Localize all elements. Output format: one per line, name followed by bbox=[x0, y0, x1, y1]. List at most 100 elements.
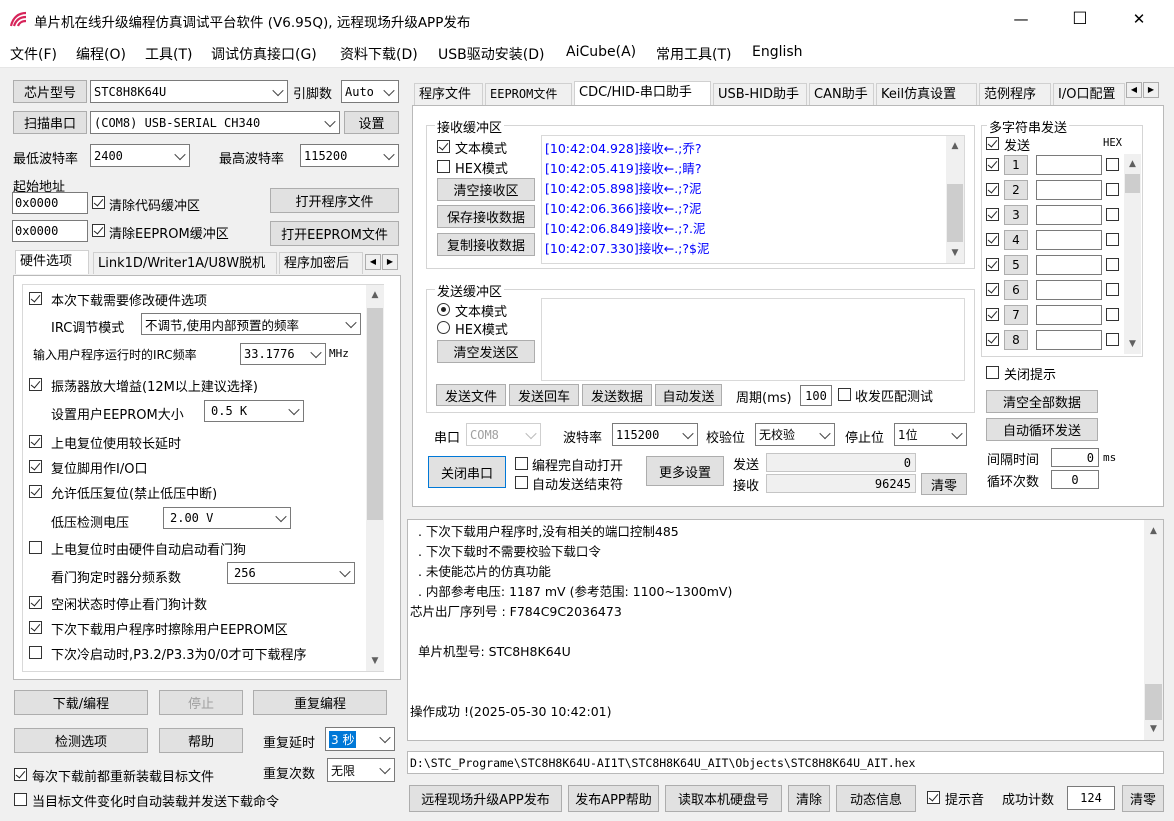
multi-row-send-button[interactable]: 3 bbox=[1004, 205, 1028, 225]
port-select[interactable]: (COM8) USB-SERIAL CH340 bbox=[90, 111, 340, 134]
auto-load-on-change-checkbox[interactable] bbox=[14, 793, 27, 806]
log-scrollbar[interactable]: ▲ ▼ bbox=[1144, 520, 1163, 740]
multi-row-input[interactable] bbox=[1036, 305, 1102, 325]
auto-open-checkbox[interactable] bbox=[515, 457, 528, 470]
close-port-button[interactable]: 关闭串口 bbox=[428, 456, 506, 488]
multi-row-hex-checkbox[interactable] bbox=[1106, 308, 1119, 321]
menu-english[interactable]: English bbox=[752, 44, 803, 60]
irc-frequency-select[interactable]: 33.1776 bbox=[240, 343, 326, 365]
clear-send-button[interactable]: 清空发送区 bbox=[437, 340, 535, 363]
multi-row-input[interactable] bbox=[1036, 280, 1102, 300]
tab-usb-hid[interactable]: USB-HID助手 bbox=[713, 83, 807, 105]
interval-input[interactable]: 0 bbox=[1051, 448, 1099, 467]
multi-row-input[interactable] bbox=[1036, 205, 1102, 225]
tab-examples[interactable]: 范例程序 bbox=[979, 83, 1051, 105]
multi-row-hex-checkbox[interactable] bbox=[1106, 208, 1119, 221]
min-baud-select[interactable]: 2400 bbox=[90, 144, 190, 167]
tab-serial-assistant[interactable]: CDC/HID-串口助手 bbox=[574, 81, 711, 105]
multi-row-send-checkbox[interactable] bbox=[986, 183, 999, 196]
menu-usb-driver[interactable]: USB驱动安装(D) bbox=[438, 44, 544, 64]
tab-can[interactable]: CAN助手 bbox=[809, 83, 874, 105]
multi-string-scrollbar[interactable]: ▲ ▼ bbox=[1124, 154, 1141, 354]
menu-common-tools[interactable]: 常用工具(T) bbox=[656, 44, 731, 64]
clear-counts-button[interactable]: 清零 bbox=[921, 473, 967, 495]
dynamic-info-button[interactable]: 动态信息 bbox=[836, 785, 916, 812]
period-input[interactable]: 100 bbox=[800, 385, 832, 406]
clear-all-data-button[interactable]: 清空全部数据 bbox=[986, 390, 1098, 413]
eeprom-address-input[interactable]: 0x0000 bbox=[12, 220, 88, 242]
multi-row-hex-checkbox[interactable] bbox=[1106, 283, 1119, 296]
scroll-up-icon[interactable]: ▲ bbox=[946, 138, 964, 154]
send-text-area[interactable] bbox=[541, 298, 965, 381]
multi-row-send-button[interactable]: 7 bbox=[1004, 305, 1028, 325]
settings-button[interactable]: 设置 bbox=[344, 111, 399, 134]
match-test-checkbox[interactable] bbox=[838, 388, 851, 401]
open-program-file-button[interactable]: 打开程序文件 bbox=[270, 188, 399, 213]
multi-row-hex-checkbox[interactable] bbox=[1106, 258, 1119, 271]
erase-eeprom-checkbox[interactable] bbox=[29, 621, 42, 634]
maximize-button[interactable]: ☐ bbox=[1057, 0, 1103, 38]
menu-file[interactable]: 文件(F) bbox=[10, 44, 57, 64]
multi-row-input[interactable] bbox=[1036, 180, 1102, 200]
wdt-idle-stop-checkbox[interactable] bbox=[29, 596, 42, 609]
reprogram-button[interactable]: 重复编程 bbox=[253, 690, 387, 715]
irc-adjust-select[interactable]: 不调节,使用内部预置的频率 bbox=[141, 313, 361, 335]
clear-success-count-button[interactable]: 清零 bbox=[1122, 785, 1164, 812]
auto-loop-send-button[interactable]: 自动循环发送 bbox=[986, 418, 1098, 441]
multi-row-send-button[interactable]: 5 bbox=[1004, 255, 1028, 275]
osc-gain-checkbox[interactable] bbox=[29, 378, 42, 391]
multi-row-send-checkbox[interactable] bbox=[986, 158, 999, 171]
multi-row-send-checkbox[interactable] bbox=[986, 283, 999, 296]
help-button[interactable]: 帮助 bbox=[159, 728, 243, 753]
parity-select[interactable]: 无校验 bbox=[755, 423, 835, 446]
scroll-down-icon[interactable]: ▼ bbox=[1124, 336, 1141, 352]
tab-eeprom-file[interactable]: EEPROM文件 bbox=[485, 83, 572, 105]
multi-row-input[interactable] bbox=[1036, 255, 1102, 275]
reload-before-download-checkbox[interactable] bbox=[14, 768, 27, 781]
repeat-count-select[interactable]: 无限 bbox=[327, 758, 395, 782]
code-address-input[interactable]: 0x0000 bbox=[12, 192, 88, 214]
send-hex-mode-radio[interactable] bbox=[437, 321, 450, 334]
multi-row-hex-checkbox[interactable] bbox=[1106, 233, 1119, 246]
multi-row-hex-checkbox[interactable] bbox=[1106, 333, 1119, 346]
close-tip-checkbox[interactable] bbox=[986, 366, 999, 379]
chip-model-button[interactable]: 芯片型号 bbox=[13, 80, 87, 103]
read-disk-id-button[interactable]: 读取本机硬盘号 bbox=[665, 785, 782, 812]
publish-help-button[interactable]: 发布APP帮助 bbox=[568, 785, 659, 812]
remote-publish-button[interactable]: 远程现场升级APP发布 bbox=[409, 785, 562, 812]
auto-send-button[interactable]: 自动发送 bbox=[655, 384, 722, 406]
long-reset-delay-checkbox[interactable] bbox=[29, 435, 42, 448]
scroll-down-icon[interactable]: ▼ bbox=[946, 245, 964, 261]
eeprom-size-select[interactable]: 0.5 K bbox=[204, 400, 304, 422]
recv-hex-mode-checkbox[interactable] bbox=[437, 160, 450, 173]
reset-as-io-checkbox[interactable] bbox=[29, 460, 42, 473]
menu-tools[interactable]: 工具(T) bbox=[145, 44, 192, 64]
lvd-voltage-select[interactable]: 2.00 V bbox=[163, 507, 291, 529]
stop-bits-select[interactable]: 1位 bbox=[894, 423, 967, 446]
open-eeprom-file-button[interactable]: 打开EEPROM文件 bbox=[270, 221, 399, 246]
clear-code-buffer-checkbox[interactable] bbox=[92, 196, 105, 209]
save-receive-button[interactable]: 保存接收数据 bbox=[437, 205, 535, 228]
clear-log-button[interactable]: 清除 bbox=[788, 785, 830, 812]
multi-row-send-button[interactable]: 4 bbox=[1004, 230, 1028, 250]
scroll-thumb[interactable] bbox=[367, 308, 383, 520]
tab-keil-sim[interactable]: Keil仿真设置 bbox=[876, 83, 977, 105]
scroll-up-icon[interactable]: ▲ bbox=[366, 287, 384, 303]
download-program-button[interactable]: 下载/编程 bbox=[14, 690, 148, 715]
clear-eeprom-buffer-checkbox[interactable] bbox=[92, 224, 105, 237]
baud-select[interactable]: 115200 bbox=[612, 423, 698, 446]
multi-row-send-checkbox[interactable] bbox=[986, 233, 999, 246]
tab-link1d[interactable]: Link1D/Writer1A/U8W脱机 bbox=[93, 252, 277, 274]
pin-count-select[interactable]: Auto bbox=[341, 80, 399, 103]
multi-row-send-checkbox[interactable] bbox=[986, 333, 999, 346]
send-enter-button[interactable]: 发送回车 bbox=[509, 384, 579, 406]
modify-hw-checkbox[interactable] bbox=[29, 292, 42, 305]
right-tab-prev-icon[interactable]: ◀ bbox=[1126, 82, 1142, 98]
receive-scrollbar[interactable]: ▲ ▼ bbox=[946, 136, 964, 263]
tab-encryption[interactable]: 程序加密后 bbox=[279, 252, 363, 274]
wdt-divider-select[interactable]: 256 bbox=[227, 562, 355, 584]
serial-port-select[interactable]: COM8 bbox=[466, 423, 541, 446]
right-tab-next-icon[interactable]: ▶ bbox=[1143, 82, 1159, 98]
multi-row-send-checkbox[interactable] bbox=[986, 308, 999, 321]
send-text-mode-radio[interactable] bbox=[437, 303, 450, 316]
